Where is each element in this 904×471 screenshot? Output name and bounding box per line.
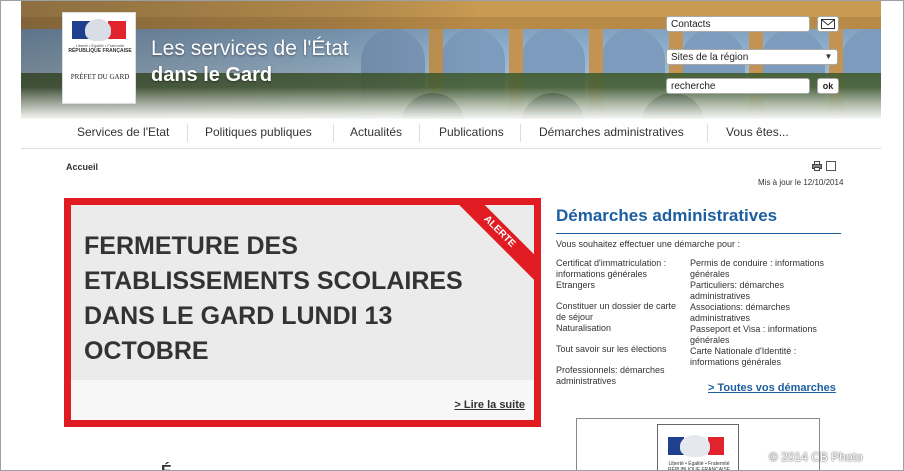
- demarche-link[interactable]: Permis de conduire : informations généra…: [690, 258, 830, 280]
- contacts-link[interactable]: Contacts: [666, 16, 810, 32]
- search-ok-button[interactable]: ok: [817, 78, 839, 94]
- marianne-icon: [85, 19, 111, 41]
- nav-item-politiques[interactable]: Politiques publiques: [205, 125, 312, 139]
- nav-separator: [707, 124, 708, 142]
- republique-logo: Liberté • Égalité • Fraternité RÉPUBLIQU…: [657, 424, 739, 471]
- marianne-icon: [680, 435, 710, 457]
- nav-item-services[interactable]: Services de l'Etat: [77, 125, 169, 139]
- demarche-link[interactable]: Associations: démarches administratives: [690, 302, 830, 324]
- logo-caption: Liberté • Égalité • Fraternité RÉPUBLIQU…: [667, 461, 731, 471]
- demarches-intro: Vous souhaitez effectuer une démarche po…: [556, 239, 740, 249]
- demarches-right-column: Permis de conduire : informations généra…: [690, 258, 830, 368]
- nav-item-publications[interactable]: Publications: [439, 125, 504, 139]
- section-heading-fragment: É: [161, 463, 172, 470]
- demarche-link[interactable]: Particuliers: démarches administratives: [690, 280, 830, 302]
- alert-box[interactable]: ALERTE FERMETURE DES ETABLISSEMENTS SCOL…: [64, 198, 541, 427]
- site-title-line2: dans le Gard: [151, 64, 273, 86]
- flag-red: [708, 437, 724, 455]
- site-title-line1: Les services de l'État: [151, 37, 349, 60]
- mail-icon: [821, 19, 835, 29]
- chevron-down-icon[interactable]: ▼: [820, 50, 837, 64]
- demarches-panel: Démarches administratives Vous souhaitez…: [556, 206, 841, 394]
- screenshot-frame: Liberté • Égalité • Fraternité RÉPUBLIQU…: [0, 0, 904, 471]
- nav-item-vous-etes[interactable]: Vous êtes...: [726, 125, 789, 139]
- nav-item-demarches[interactable]: Démarches administratives: [539, 125, 684, 139]
- read-more-link[interactable]: > Lire la suite: [454, 399, 525, 411]
- mail-button[interactable]: [817, 16, 839, 32]
- page: Liberté • Égalité • Fraternité RÉPUBLIQU…: [21, 1, 881, 471]
- demarche-link[interactable]: Tout savoir sur les élections: [556, 344, 688, 355]
- print-icon[interactable]: [812, 161, 822, 171]
- demarche-link[interactable]: Naturalisation: [556, 323, 688, 334]
- main-nav: Services de l'Etat Politiques publiques …: [21, 119, 881, 149]
- share-icon[interactable]: [826, 161, 836, 171]
- alert-title[interactable]: FERMETURE DES ETABLISSEMENTS SCOLAIRES D…: [84, 229, 504, 369]
- search-input[interactable]: recherche: [666, 78, 810, 94]
- sites-region-select[interactable]: Sites de la région: [666, 49, 838, 65]
- nav-separator: [333, 124, 334, 142]
- demarche-link[interactable]: Carte Nationale d'Identité : information…: [690, 346, 830, 368]
- nav-separator: [187, 124, 188, 142]
- demarche-link[interactable]: Etrangers: [556, 280, 688, 291]
- breadcrumb[interactable]: Accueil: [66, 162, 98, 172]
- demarches-left-column: Certificat d'immatriculation : informati…: [556, 258, 688, 387]
- demarche-link[interactable]: Passeport et Visa : informations général…: [690, 324, 830, 346]
- demarche-link[interactable]: Constituer un dossier de carte de séjour: [556, 301, 688, 323]
- nav-separator: [520, 124, 521, 142]
- demarche-link[interactable]: Professionnels: démarches administrative…: [556, 365, 688, 387]
- all-demarches-link[interactable]: > Toutes vos démarches: [708, 382, 836, 394]
- demarches-title: Démarches administratives: [556, 206, 778, 225]
- logo-republic: RÉPUBLIQUE FRANÇAISE: [68, 48, 132, 54]
- last-updated: Mis à jour le 12/10/2014: [758, 178, 844, 187]
- nav-item-actualites[interactable]: Actualités: [350, 125, 402, 139]
- nav-separator: [419, 124, 420, 142]
- prefecture-logo[interactable]: Liberté • Égalité • Fraternité RÉPUBLIQU…: [62, 12, 136, 104]
- logo-prefect: PRÉFET DU GARD: [70, 73, 130, 81]
- header-banner: Liberté • Égalité • Fraternité RÉPUBLIQU…: [21, 1, 881, 119]
- demarche-link[interactable]: Certificat d'immatriculation : informati…: [556, 258, 688, 280]
- copyright-watermark: © 2014 CB Photo: [769, 450, 863, 464]
- demarches-divider: [556, 233, 841, 234]
